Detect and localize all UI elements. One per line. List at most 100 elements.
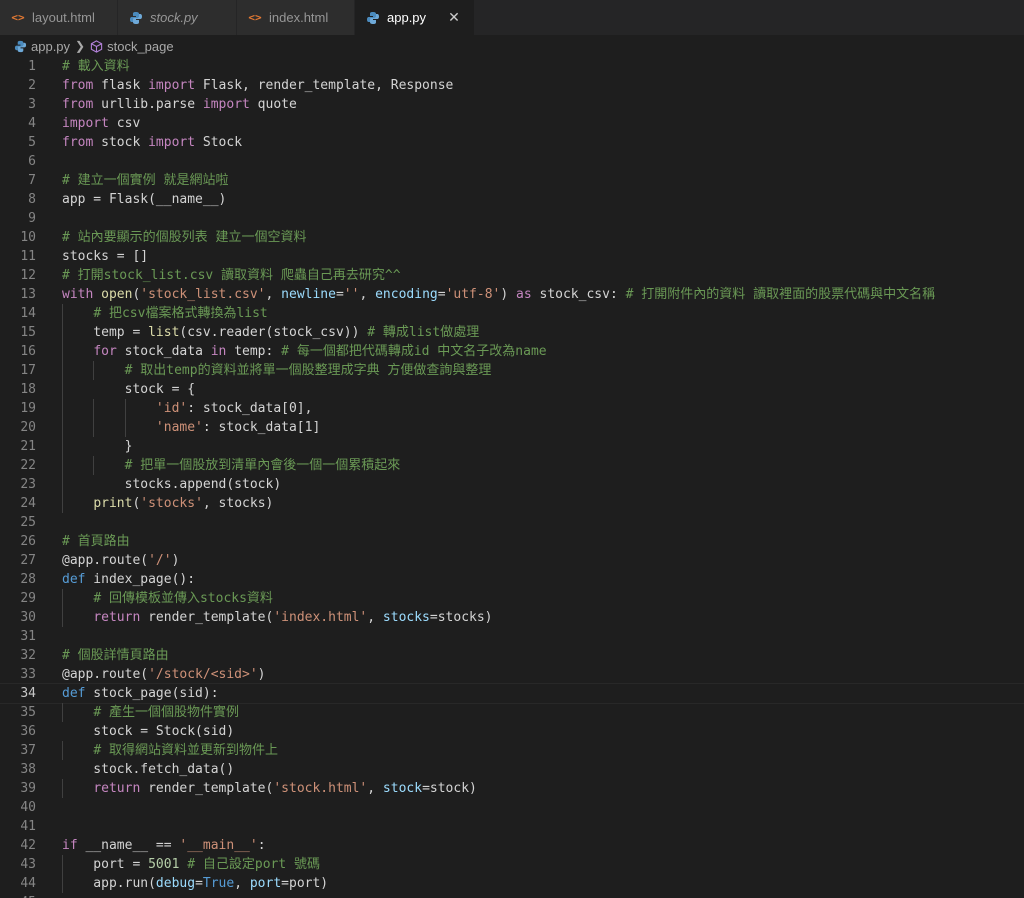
code-line[interactable]: 20 'name': stock_data[1] [0, 418, 1024, 437]
code-line[interactable]: 44 app.run(debug=True, port=port) [0, 874, 1024, 893]
tab-label: app.py [387, 10, 427, 25]
code-token: stock.fetch_data() [62, 762, 235, 777]
code-token: # 打開附件內的資料 讀取裡面的股票代碼與中文名稱 [625, 287, 936, 302]
code-line[interactable]: 5 from stock import Stock [0, 133, 1024, 152]
code-token: =stocks) [429, 610, 493, 625]
tab-index-html[interactable]: <> index.html [237, 0, 355, 35]
code-token: stocks.append(stock) [62, 477, 282, 492]
code-line[interactable]: 32 # 個股詳情頁路由 [0, 646, 1024, 665]
tab-app-py[interactable]: app.py ✕ [355, 0, 475, 35]
code-line[interactable]: 1 # 載入資料 [0, 57, 1024, 76]
code-line[interactable]: 45 [0, 893, 1024, 898]
code-line[interactable]: 38 stock.fetch_data() [0, 760, 1024, 779]
code-token: : stock_data[0], [187, 401, 313, 416]
code-token: # 把csv檔案格式轉換為list [93, 306, 268, 321]
code-token: stocks = [] [62, 249, 149, 264]
tab-label: index.html [269, 10, 329, 25]
line-number: 28 [20, 572, 36, 587]
line-number: 19 [20, 401, 36, 416]
code-line[interactable]: 13 with open('stock_list.csv', newline=''… [0, 285, 1024, 304]
code-text: from flask import Flask, render_template… [62, 76, 453, 95]
code-line[interactable]: 21 } [0, 437, 1024, 456]
code-line[interactable]: 17 # 取出temp的資料並將單一個股整理成字典 方便做查詢與整理 [0, 361, 1024, 380]
code-line[interactable]: 33 @app.route('/stock/<sid>') [0, 665, 1024, 684]
line-number: 44 [20, 876, 36, 891]
code-line[interactable]: 26 # 首頁路由 [0, 532, 1024, 551]
code-token: from [62, 135, 94, 150]
line-number: 2 [28, 78, 36, 93]
code-line[interactable]: 15 temp = list(csv.reader(stock_csv)) # … [0, 323, 1024, 342]
code-text: for stock_data in temp: # 每一個都把代碼轉成id 中文… [62, 342, 546, 361]
code-line[interactable]: 25 [0, 513, 1024, 532]
code-line[interactable]: 27 @app.route('/') [0, 551, 1024, 570]
code-line[interactable]: 28 def index_page(): [0, 570, 1024, 589]
code-line[interactable]: 6 [0, 152, 1024, 171]
code-line[interactable]: 8 app = Flask(__name__) [0, 190, 1024, 209]
code-token: '/' [148, 553, 172, 568]
code-token: # 把單一個股放到清單內會後一個一個累積起來 [124, 458, 401, 473]
code-token: from [62, 78, 94, 93]
code-line[interactable]: 42 if __name__ == '__main__': [0, 836, 1024, 855]
code-line[interactable]: 41 [0, 817, 1024, 836]
code-token: stock_page(sid): [85, 686, 219, 701]
code-line[interactable]: 3 from urllib.parse import quote [0, 95, 1024, 114]
code-token: = [335, 287, 344, 302]
breadcrumb-symbol[interactable]: stock_page [90, 39, 174, 54]
code-line[interactable]: 37 # 取得網站資料並更新到物件上 [0, 741, 1024, 760]
code-token: app.run( [62, 876, 156, 891]
code-text: from stock import Stock [62, 133, 242, 152]
code-text: app.run(debug=True, port=port) [62, 874, 328, 893]
code-line[interactable]: 31 [0, 627, 1024, 646]
code-line[interactable]: 30 return render_template('index.html', … [0, 608, 1024, 627]
code-line[interactable]: 16 for stock_data in temp: # 每一個都把代碼轉成id… [0, 342, 1024, 361]
code-line[interactable]: 39 return render_template('stock.html', … [0, 779, 1024, 798]
code-text: return render_template('index.html', sto… [62, 608, 493, 627]
code-line[interactable]: 2 from flask import Flask, render_templat… [0, 76, 1024, 95]
code-line[interactable]: 35 # 產生一個個股物件實例 [0, 703, 1024, 722]
code-token: for [93, 344, 117, 359]
code-line[interactable]: 34 def stock_page(sid): [0, 683, 1024, 704]
code-token: encoding [375, 287, 438, 302]
code-text: # 取出temp的資料並將單一個股整理成字典 方便做查詢與整理 [62, 361, 492, 380]
cube-icon [90, 39, 103, 53]
line-number: 35 [20, 705, 36, 720]
code-token: render_template( [140, 781, 274, 796]
close-icon[interactable]: ✕ [444, 9, 464, 26]
code-token: , stocks) [202, 496, 274, 511]
code-line[interactable]: 10 # 站內要顯示的個股列表 建立一個空資料 [0, 228, 1024, 247]
code-token: def [62, 686, 86, 701]
tab-layout-html[interactable]: <> layout.html [0, 0, 118, 35]
code-token: stock [93, 135, 149, 150]
code-line[interactable]: 18 stock = { [0, 380, 1024, 399]
code-line[interactable]: 19 'id': stock_data[0], [0, 399, 1024, 418]
line-number: 20 [20, 420, 36, 435]
code-line[interactable]: 12 # 打開stock_list.csv 讀取資料 爬蟲自己再去研究^^ [0, 266, 1024, 285]
code-token: : [257, 838, 266, 853]
code-line[interactable]: 22 # 把單一個股放到清單內會後一個一個累積起來 [0, 456, 1024, 475]
code-token: ) [257, 667, 266, 682]
line-number: 7 [28, 173, 36, 188]
code-token: stock_csv: [531, 287, 626, 302]
code-line[interactable]: 29 # 回傳模板並傳入stocks資料 [0, 589, 1024, 608]
code-line[interactable]: 24 print('stocks', stocks) [0, 494, 1024, 513]
tab-stock-py[interactable]: stock.py [118, 0, 237, 35]
code-text: # 首頁路由 [62, 532, 130, 551]
code-line[interactable]: 43 port = 5001 # 自己設定port 號碼 [0, 855, 1024, 874]
line-number: 10 [20, 230, 36, 245]
code-editor[interactable]: 1 # 載入資料 2 from flask import Flask, render_… [0, 57, 1024, 898]
code-line[interactable]: 36 stock = Stock(sid) [0, 722, 1024, 741]
code-line[interactable]: 14 # 把csv檔案格式轉換為list [0, 304, 1024, 323]
breadcrumb-file[interactable]: app.py [14, 39, 70, 54]
code-token: 5001 [148, 857, 180, 872]
code-token: port = [62, 857, 149, 872]
code-line[interactable]: 11 stocks = [] [0, 247, 1024, 266]
code-line[interactable]: 7 # 建立一個實例 就是網站啦 [0, 171, 1024, 190]
code-line[interactable]: 4 import csv [0, 114, 1024, 133]
code-token: = [195, 876, 203, 891]
code-line[interactable]: 40 [0, 798, 1024, 817]
code-line[interactable]: 23 stocks.append(stock) [0, 475, 1024, 494]
code-line[interactable]: 9 [0, 209, 1024, 228]
line-number: 36 [20, 724, 36, 739]
